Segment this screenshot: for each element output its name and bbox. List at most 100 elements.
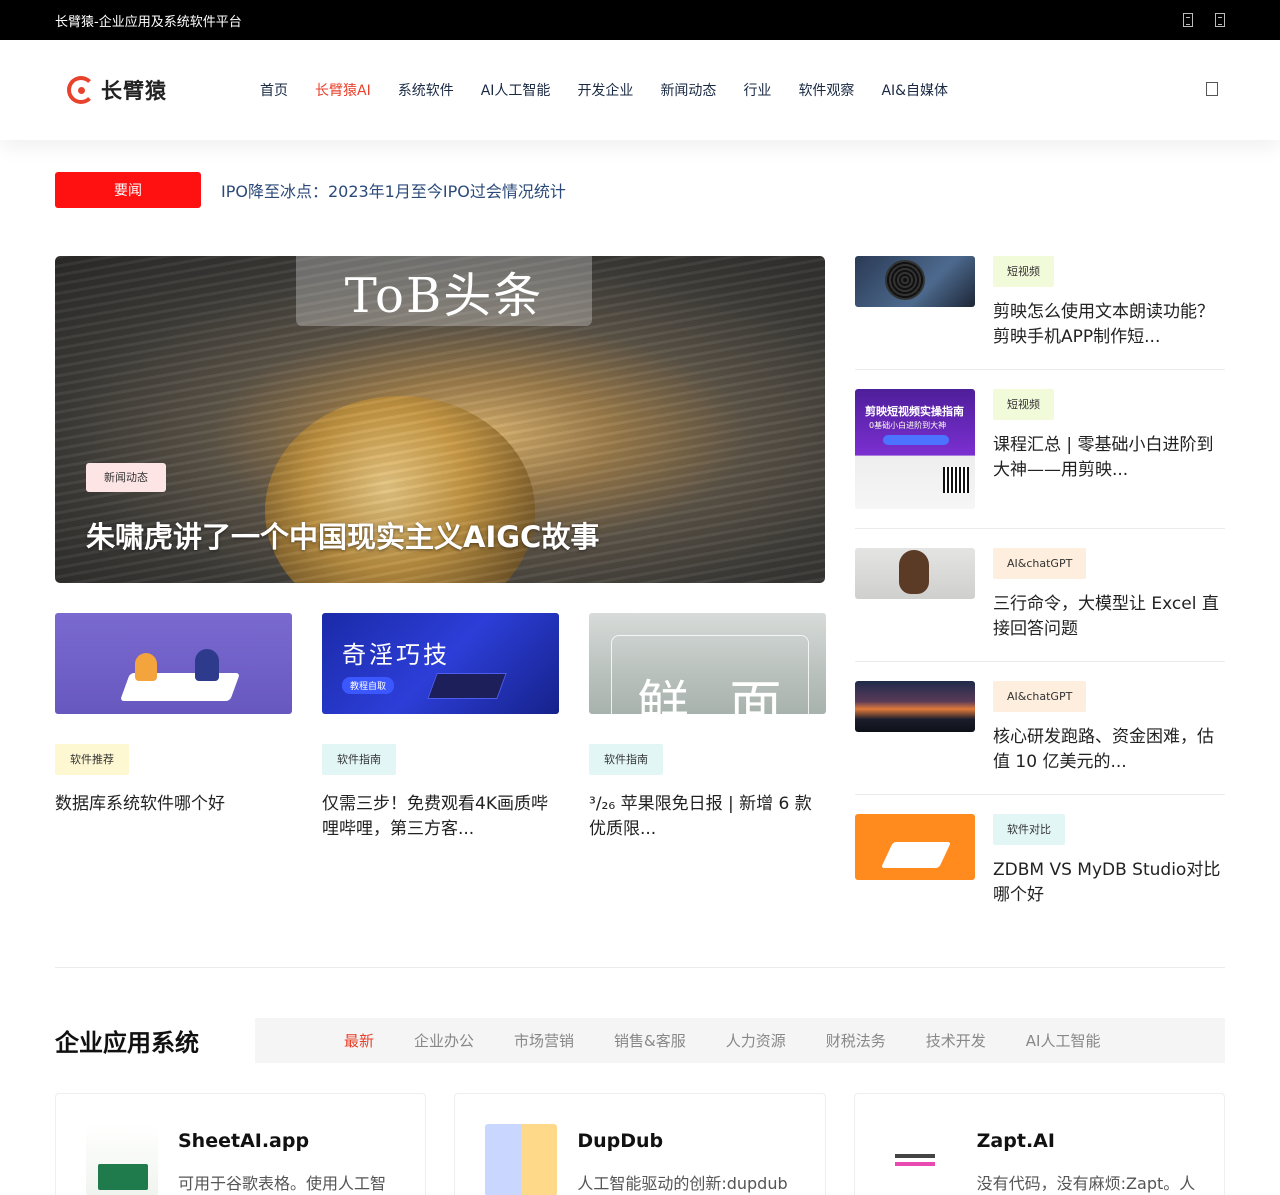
category-tag[interactable]: 短视频 (993, 256, 1054, 287)
article-card[interactable]: 鲜 面 软件指南 ³/₂₆ 苹果限免日报 | 新增 6 款优质限... (589, 613, 826, 842)
hero-article[interactable]: ToB头条 新闻动态 朱啸虎讲了一个中国现实主义AIGC故事 (55, 256, 825, 583)
ticker-badge: 要闻 (55, 172, 201, 208)
ticker-headline[interactable]: IPO降至冰点：2023年1月至今IPO过会情况统计 (221, 178, 566, 202)
search-icon[interactable] (1206, 82, 1218, 96)
app-card[interactable]: DupDub 人工智能驱动的创新:dupdub的工具利用先进的人工智能算 (454, 1093, 826, 1195)
category-tag[interactable]: 软件对比 (993, 814, 1065, 845)
nav-item-home[interactable]: 首页 (260, 80, 288, 100)
article-title[interactable]: 数据库系统软件哪个好 (55, 792, 292, 817)
main-content: ToB头条 新闻动态 朱啸虎讲了一个中国现实主义AIGC故事 软件推荐 数据库系… (55, 256, 1225, 946)
hero-brand-banner: ToB头条 (296, 256, 592, 326)
side-list-item[interactable]: AI&chatGPT 三行命令，大模型让 Excel 直接回答问题 (855, 548, 1225, 662)
top-bar-icons (1183, 13, 1225, 27)
nav-item-software-watch[interactable]: 软件观察 (798, 80, 854, 100)
site-tagline: 长臂猿-企业应用及系统软件平台 (55, 14, 242, 30)
side-info: 短视频 剪映怎么使用文本朗读功能？剪映手机APP制作短... (993, 256, 1225, 350)
side-title[interactable]: 核心研发跑路、资金困难，估值 10 亿美元的... (993, 725, 1225, 775)
side-thumbnail[interactable] (855, 681, 975, 732)
site-logo[interactable]: 长臂猿 (55, 75, 260, 105)
side-thumbnail[interactable] (855, 548, 975, 599)
app-description: 没有代码，没有麻烦:Zapt。人工智能以无代码的理念运行 (976, 1174, 1196, 1193)
tab-dev[interactable]: 技术开发 (926, 1030, 986, 1051)
side-list-item[interactable]: AI&chatGPT 核心研发跑路、资金困难，估值 10 亿美元的... (855, 681, 1225, 795)
logo-text: 长臂猿 (101, 79, 167, 103)
side-thumbnail[interactable]: 剪映短视频实操指南 0基础小白进阶到大神 (855, 389, 975, 509)
category-tag[interactable]: 软件推荐 (55, 744, 129, 775)
side-title[interactable]: ZDBM VS MyDB Studio对比哪个好 (993, 858, 1225, 908)
tab-ai[interactable]: AI人工智能 (1026, 1030, 1101, 1051)
side-info: AI&chatGPT 核心研发跑路、资金困难，估值 10 亿美元的... (993, 681, 1225, 775)
thumb-text: 奇淫巧技 (342, 641, 450, 669)
article-card[interactable]: 奇淫巧技 教程自取 软件指南 仅需三步！免费观看4K画质哔哩哔哩，第三方客... (322, 613, 559, 842)
thumb-keyboard-shape (427, 673, 507, 699)
tab-hr[interactable]: 人力资源 (726, 1030, 786, 1051)
app-info: SheetAI.app 可用于谷歌表格。使用人工智能将文本指令快速转换为谷歌 (178, 1124, 398, 1195)
phone-icon[interactable] (1183, 13, 1193, 27)
app-card[interactable]: Zapt.AI 没有代码，没有麻烦:Zapt。人工智能以无代码的理念运行 (853, 1093, 1225, 1195)
side-thumbnail[interactable] (855, 256, 975, 307)
thumb-subtitle: 0基础小白进阶到大神 (869, 421, 947, 430)
nav-item-industry[interactable]: 行业 (743, 80, 771, 100)
tab-sales-service[interactable]: 销售&客服 (614, 1030, 686, 1051)
nav-item-system-software[interactable]: 系统软件 (398, 80, 454, 100)
nav-item-news[interactable]: 新闻动态 (660, 80, 716, 100)
featured-column: ToB头条 新闻动态 朱啸虎讲了一个中国现实主义AIGC故事 软件推荐 数据库系… (55, 256, 826, 946)
logo-icon (67, 76, 95, 104)
app-name[interactable]: Zapt.AI (977, 1130, 1197, 1152)
side-thumbnail[interactable] (855, 814, 975, 880)
side-info: 软件对比 ZDBM VS MyDB Studio对比哪个好 (993, 814, 1225, 908)
hero-category-tag[interactable]: 新闻动态 (86, 463, 166, 492)
tab-marketing[interactable]: 市场营销 (514, 1030, 574, 1051)
hero-title[interactable]: 朱啸虎讲了一个中国现实主义AIGC故事 (86, 514, 599, 556)
app-logo[interactable] (86, 1124, 158, 1195)
side-list-item[interactable]: 软件对比 ZDBM VS MyDB Studio对比哪个好 (855, 814, 1225, 927)
app-name[interactable]: SheetAI.app (178, 1130, 398, 1152)
tab-office[interactable]: 企业办公 (414, 1030, 474, 1051)
site-header: 长臂猿 首页 长臂猿AI 系统软件 AI人工智能 开发企业 新闻动态 行业 软件… (0, 40, 1280, 140)
section-title: 企业应用系统 (55, 1029, 199, 1057)
app-info: DupDub 人工智能驱动的创新:dupdub的工具利用先进的人工智能算 (577, 1124, 797, 1195)
top-bar: 长臂猿-企业应用及系统软件平台 (0, 0, 1280, 40)
app-description: 可用于谷歌表格。使用人工智能将文本指令快速转换为谷歌 (178, 1174, 387, 1193)
thumb-text: 鲜 面 (637, 676, 794, 714)
article-title[interactable]: 仅需三步！免费观看4K画质哔哩哔哩，第三方客... (322, 792, 559, 842)
article-card[interactable]: 软件推荐 数据库系统软件哪个好 (55, 613, 292, 842)
thumb-title: 剪映短视频实操指南 (865, 405, 964, 418)
section-divider (55, 967, 1225, 968)
thumb-person-shape (135, 653, 157, 681)
qrcode-icon (943, 467, 969, 493)
category-tag[interactable]: AI&chatGPT (993, 548, 1087, 579)
app-logo[interactable] (884, 1124, 957, 1195)
category-tag[interactable]: 软件指南 (322, 744, 396, 775)
app-name[interactable]: DupDub (577, 1130, 797, 1152)
category-tabs: 最新 企业办公 市场营销 销售&客服 人力资源 财税法务 技术开发 AI人工智能 (255, 1018, 1225, 1063)
tab-finance-legal[interactable]: 财税法务 (826, 1030, 886, 1051)
thumb-button-shape (883, 435, 949, 445)
category-tag[interactable]: 短视频 (993, 389, 1054, 420)
category-tag[interactable]: 软件指南 (589, 744, 663, 775)
side-list: 短视频 剪映怎么使用文本朗读功能？剪映手机APP制作短... 剪映短视频实操指南… (855, 256, 1225, 946)
nav-item-developers[interactable]: 开发企业 (577, 80, 633, 100)
side-info: AI&chatGPT 三行命令，大模型让 Excel 直接回答问题 (993, 548, 1225, 642)
article-cards: 软件推荐 数据库系统软件哪个好 奇淫巧技 教程自取 软件指南 仅需三步！免费观看… (55, 613, 826, 842)
side-title[interactable]: 课程汇总 | 零基础小白进阶到大神——用剪映... (993, 433, 1225, 483)
article-thumbnail[interactable]: 奇淫巧技 教程自取 (322, 613, 559, 714)
side-list-item[interactable]: 短视频 剪映怎么使用文本朗读功能？剪映手机APP制作短... (855, 256, 1225, 370)
article-title[interactable]: ³/₂₆ 苹果限免日报 | 新增 6 款优质限... (589, 792, 826, 842)
side-title[interactable]: 三行命令，大模型让 Excel 直接回答问题 (993, 592, 1225, 642)
side-title[interactable]: 剪映怎么使用文本朗读功能？剪映手机APP制作短... (993, 300, 1225, 350)
nav-item-ai-intelligence[interactable]: AI人工智能 (481, 80, 551, 100)
qrcode-icon[interactable] (1215, 13, 1225, 27)
article-thumbnail[interactable]: 鲜 面 (589, 613, 826, 714)
main-nav: 首页 长臂猿AI 系统软件 AI人工智能 开发企业 新闻动态 行业 软件观察 A… (260, 80, 948, 100)
app-logo[interactable] (485, 1124, 558, 1195)
side-list-item[interactable]: 剪映短视频实操指南 0基础小白进阶到大神 短视频 课程汇总 | 零基础小白进阶到… (855, 389, 1225, 529)
article-thumbnail[interactable] (55, 613, 292, 714)
app-description: 人工智能驱动的创新:dupdub的工具利用先进的人工智能算 (577, 1174, 788, 1193)
category-tag[interactable]: AI&chatGPT (993, 681, 1087, 712)
nav-item-ai-media[interactable]: AI&自媒体 (881, 80, 948, 100)
app-card[interactable]: SheetAI.app 可用于谷歌表格。使用人工智能将文本指令快速转换为谷歌 (55, 1093, 427, 1195)
nav-item-ai[interactable]: 长臂猿AI (315, 80, 371, 100)
tab-latest[interactable]: 最新 (344, 1030, 374, 1051)
side-info: 短视频 课程汇总 | 零基础小白进阶到大神——用剪映... (993, 389, 1225, 509)
